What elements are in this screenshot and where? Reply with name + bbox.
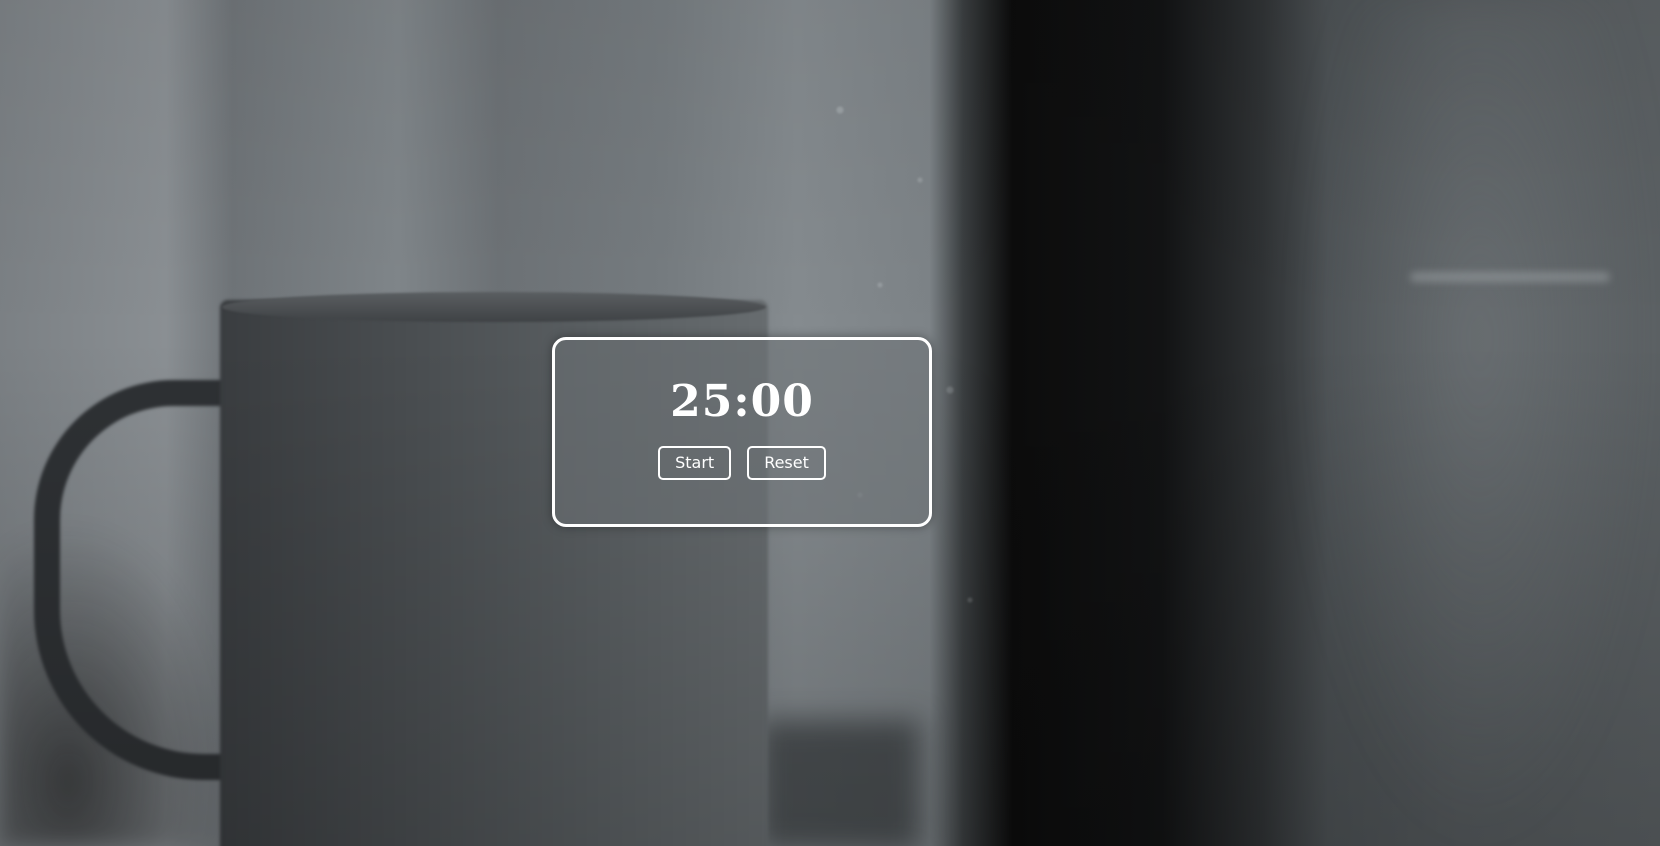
timer-controls: Start Reset xyxy=(658,446,826,480)
timer-display: 25:00 xyxy=(670,376,814,428)
start-button[interactable]: Start xyxy=(658,446,732,480)
timer-card: 25:00 Start Reset xyxy=(552,337,932,527)
background-photo: 25:00 Start Reset xyxy=(0,0,1660,846)
reset-button[interactable]: Reset xyxy=(747,446,826,480)
